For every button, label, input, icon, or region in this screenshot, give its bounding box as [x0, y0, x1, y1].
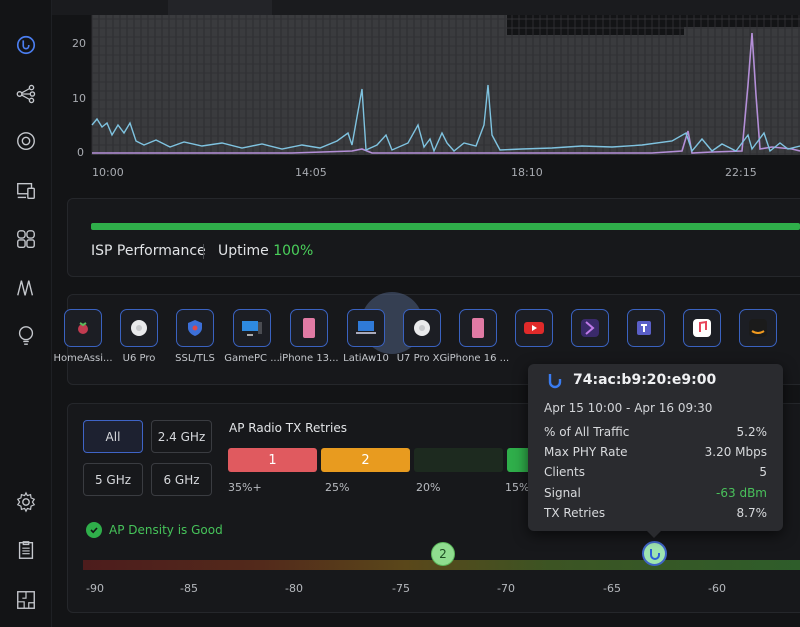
alerts-icon[interactable]: [14, 323, 38, 347]
clients-icon[interactable]: [14, 179, 38, 203]
isp-performance-title: ISP Performance: [91, 243, 206, 259]
top-bar: [52, 0, 800, 15]
density-text: AP Density is Good: [109, 523, 223, 537]
tooltip-title: 74:ac:b9:20:e9:00: [573, 372, 717, 388]
ap-count-marker[interactable]: 2: [431, 542, 455, 566]
topology-icon[interactable]: [14, 82, 38, 106]
app-icon: [571, 309, 609, 347]
x-tick-label: 18:10: [511, 166, 543, 179]
retry-segment[interactable]: 1: [228, 448, 317, 472]
y-tick-label: 10: [72, 92, 86, 105]
tooltip-row: Max PHY Rate 3.20 Mbps: [544, 445, 767, 459]
shield-icon: [176, 309, 214, 347]
ubiquiti-icon: [649, 548, 660, 560]
desktop-icon: [233, 309, 271, 347]
tooltip-row: TX Retries 8.7%: [544, 506, 767, 520]
device-item[interactable]: [717, 309, 799, 353]
x-tick-label: 22:15: [725, 166, 757, 179]
retry-segment[interactable]: 2: [321, 448, 410, 472]
scale-label: -60: [708, 582, 726, 595]
retry-segment-label: 15%: [505, 481, 530, 494]
density-status: AP Density is Good: [86, 522, 223, 538]
tooltip-row-value: 8.7%: [736, 506, 768, 520]
tooltip-row: Signal -63 dBm: [544, 486, 767, 500]
band-6g-button[interactable]: 6 GHz: [151, 463, 212, 496]
check-icon: [86, 522, 102, 538]
retries-title: AP Radio TX Retries: [229, 421, 347, 435]
band-2g-button[interactable]: 2.4 GHz: [151, 420, 212, 453]
uptime-label: Uptime: [218, 243, 269, 259]
tooltip-row-label: Signal: [544, 486, 581, 500]
scale-label: -75: [392, 582, 410, 595]
uptime-text: Uptime 100%: [218, 243, 313, 259]
uptime-value: 100%: [273, 243, 314, 259]
floorplan-icon[interactable]: [14, 588, 38, 612]
tooltip-row: % of All Traffic 5.2%: [544, 425, 767, 439]
scale-label: -80: [285, 582, 303, 595]
tooltip-row-label: % of All Traffic: [544, 425, 630, 439]
x-tick-label: 10:00: [92, 166, 124, 179]
tooltip-arrow: [646, 530, 662, 538]
traffic-chart-svg: [91, 15, 800, 155]
retry-segment-label: 25%: [325, 481, 350, 494]
raspberry-pi-icon: [64, 309, 102, 347]
tooltip-row: Clients 5: [544, 465, 767, 479]
scale-label: -85: [180, 582, 198, 595]
settings-icon[interactable]: [14, 490, 38, 514]
insights-icon[interactable]: [14, 276, 38, 300]
tooltip-row-value: 3.20 Mbps: [704, 445, 767, 459]
y-tick-label: 0: [77, 146, 84, 159]
divider: [203, 244, 204, 259]
scale-label: -70: [497, 582, 515, 595]
isp-performance-card: [67, 198, 800, 277]
teams-icon: [627, 309, 665, 347]
ap-tooltip: 74:ac:b9:20:e9:00 Apr 15 10:00 - Apr 16 …: [528, 364, 783, 531]
selected-ap-marker[interactable]: [642, 541, 667, 566]
tooltip-row-label: Max PHY Rate: [544, 445, 628, 459]
ubiquiti-logo-icon: [548, 374, 562, 389]
retry-segment[interactable]: [414, 448, 503, 472]
band-5g-button[interactable]: 5 GHz: [83, 463, 143, 496]
scale-label: -90: [86, 582, 104, 595]
access-point-icon: [403, 309, 441, 347]
apps-icon[interactable]: [14, 227, 38, 251]
tooltip-row-value: 5: [759, 465, 767, 479]
band-all-button[interactable]: All: [83, 420, 143, 453]
tooltip-row-value: 5.2%: [736, 425, 768, 439]
dashboard-icon[interactable]: [14, 33, 38, 57]
tooltip-range: Apr 15 10:00 - Apr 16 09:30: [544, 401, 713, 415]
retry-segment-label: 35%+: [228, 481, 262, 494]
retry-segment-label: 20%: [416, 481, 441, 494]
traffic-chart: 20 10 0 10:00 14:05 18:10 22:15: [52, 15, 800, 190]
music-icon: [683, 309, 721, 347]
phone-icon: [459, 309, 497, 347]
amazon-icon: [739, 309, 777, 347]
device-label: iPhone 16 ...: [446, 353, 510, 364]
scale-label: -65: [603, 582, 621, 595]
x-tick-label: 14:05: [295, 166, 327, 179]
tooltip-row-label: TX Retries: [544, 506, 606, 520]
access-point-icon: [120, 309, 158, 347]
uptime-bar: [91, 223, 800, 230]
tooltip-row-value: -63 dBm: [716, 486, 767, 500]
phone-icon: [290, 309, 328, 347]
y-tick-label: 20: [72, 37, 86, 50]
laptop-icon: [347, 309, 385, 347]
logs-icon[interactable]: [14, 538, 38, 562]
top-tab[interactable]: [168, 0, 272, 15]
youtube-icon: [515, 309, 553, 347]
chart-grid: [91, 15, 800, 155]
devices-icon[interactable]: [14, 129, 38, 153]
tooltip-row-label: Clients: [544, 465, 585, 479]
